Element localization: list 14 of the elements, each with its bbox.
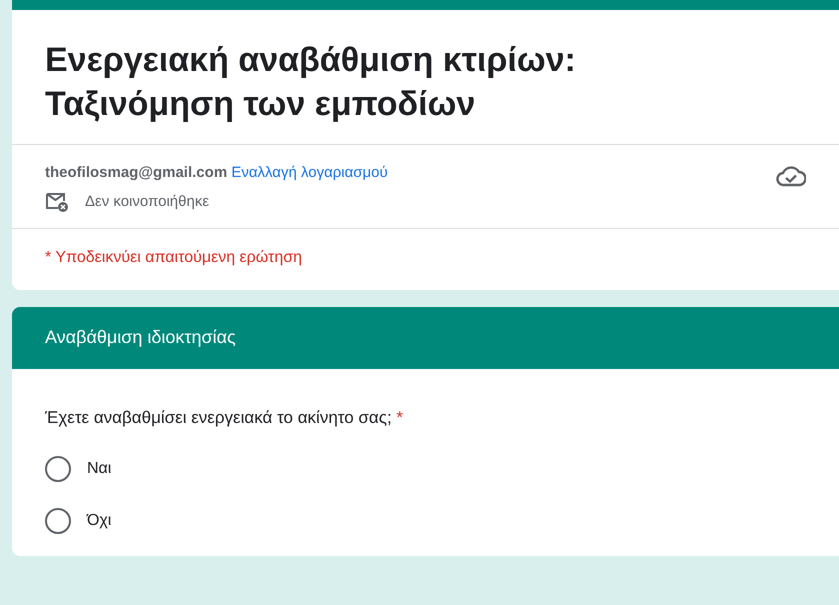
section-title: Αναβάθμιση ιδιοκτησίας (45, 326, 236, 349)
radio-button[interactable] (45, 456, 71, 482)
required-note: * Υποδεικνύει απαιτούμενη ερώτηση (45, 248, 302, 266)
switch-account-link[interactable]: Εναλλαγή λογαριασμού (231, 164, 388, 181)
option-label: Ναι (87, 459, 112, 479)
form-title: Ενεργειακή αναβάθμιση κτιρίων: Ταξινόμηση των εμποδίων (44, 40, 577, 125)
required-mark: * (396, 408, 404, 426)
cloud-check-icon (776, 165, 806, 187)
account-email: theofilosmag@gmail.com (45, 164, 228, 181)
option-label: Όχι (87, 511, 112, 531)
mail-off-icon (45, 191, 69, 214)
sharing-note: Δεν κοινοποιήθηκε (85, 192, 210, 212)
question-text: Έχετε αναβαθμίσει ενεργειακά το ακίνητο σας; (45, 408, 392, 426)
radio-button[interactable] (45, 508, 71, 534)
